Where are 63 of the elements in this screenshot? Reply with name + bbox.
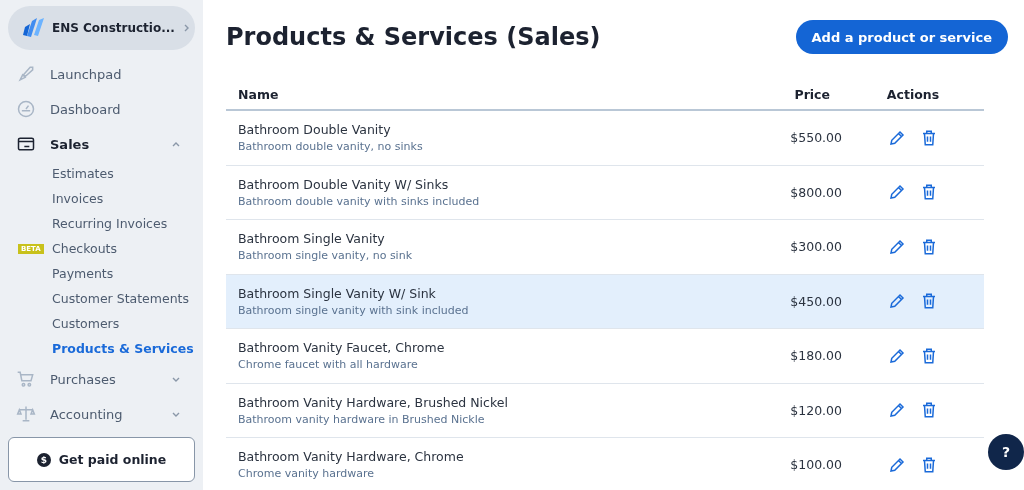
- trash-icon[interactable]: [920, 128, 938, 147]
- column-header: Actions: [885, 87, 941, 102]
- product-price: $180.00: [790, 348, 842, 364]
- trash-icon[interactable]: [920, 183, 938, 202]
- nav-item[interactable]: Purchases: [50, 371, 157, 387]
- product-description: Bathroom double vanity, no sinks: [238, 140, 424, 154]
- product-description: Bathroom single vanity with sink included: [238, 303, 470, 317]
- help-button[interactable]: ?: [988, 434, 1024, 470]
- product-price: $800.00: [790, 184, 842, 200]
- add-product-button[interactable]: Add a product or service: [795, 20, 1008, 54]
- product-name: Bathroom Vanity Hardware, Chrome: [238, 449, 465, 465]
- table-row[interactable]: Bathroom Single Vanity W/ Sink Bathroom single vanity with sink included $450.00: [226, 274, 984, 329]
- product-name: Bathroom Single Vanity: [238, 231, 386, 247]
- product-name: Bathroom Single Vanity W/ Sink: [238, 285, 437, 301]
- nav-item[interactable]: Launchpad: [50, 66, 195, 82]
- get-paid-online-button[interactable]: $ Get paid online: [8, 437, 195, 482]
- product-description: Bathroom single vanity, no sink: [238, 249, 413, 263]
- page-title: Products & Services (Sales): [226, 23, 601, 51]
- pencil-icon[interactable]: [888, 346, 906, 365]
- nav-subitem[interactable]: Estimates: [52, 166, 114, 181]
- trash-icon[interactable]: [920, 401, 938, 420]
- product-description: Bathroom double vanity with sinks included: [238, 194, 481, 208]
- product-description: Chrome faucet with all hardware: [238, 358, 419, 372]
- product-name: Bathroom Double Vanity: [238, 122, 392, 138]
- dollar-icon: $: [36, 452, 51, 467]
- trash-icon[interactable]: [920, 455, 938, 474]
- nav-subitem[interactable]: Payments: [52, 266, 114, 281]
- trash-icon[interactable]: [920, 346, 938, 365]
- nav-item[interactable]: Sales: [50, 136, 157, 152]
- pencil-icon[interactable]: [888, 401, 906, 420]
- pencil-icon[interactable]: [888, 455, 906, 474]
- nav-item[interactable]: Accounting: [50, 406, 157, 422]
- nav-subitem[interactable]: Customer Statements: [52, 291, 189, 306]
- nav-subitem[interactable]: Checkouts: [52, 241, 117, 256]
- trash-icon[interactable]: [920, 292, 938, 311]
- company-switcher[interactable]: ENS Constructio...: [8, 6, 195, 50]
- product-name: Bathroom Double Vanity W/ Sinks: [238, 176, 450, 192]
- cart-icon: [16, 369, 36, 389]
- product-price: $300.00: [790, 239, 842, 255]
- column-header: Name: [237, 87, 280, 102]
- scale-icon: [16, 404, 36, 424]
- nav-subitem[interactable]: Customers: [52, 316, 120, 331]
- product-description: Bathroom vanity hardware in Brushed Nickle: [238, 412, 486, 426]
- pencil-icon[interactable]: [888, 292, 906, 311]
- nav-item[interactable]: Dashboard: [50, 101, 195, 117]
- nav-subitem[interactable]: Invoices: [52, 191, 104, 206]
- product-price: $550.00: [790, 130, 842, 146]
- pencil-icon[interactable]: [888, 128, 906, 147]
- logo-icon: [22, 17, 46, 39]
- card-icon: [16, 134, 36, 154]
- product-name: Bathroom Vanity Hardware, Brushed Nickel: [238, 394, 509, 410]
- trash-icon[interactable]: [920, 237, 938, 256]
- pencil-icon[interactable]: [888, 237, 906, 256]
- column-header: Price: [793, 87, 831, 102]
- product-name: Bathroom Vanity Faucet, Chrome: [238, 340, 446, 356]
- nav-subitem[interactable]: Recurring Invoices: [52, 216, 168, 231]
- nav-subitem[interactable]: Products & Services: [52, 341, 194, 356]
- product-price: $450.00: [790, 293, 842, 309]
- product-description: Chrome vanity hardware: [238, 467, 376, 481]
- product-price: $100.00: [790, 457, 842, 473]
- pencil-icon[interactable]: [888, 183, 906, 202]
- product-price: $120.00: [790, 402, 842, 418]
- gauge-icon: [16, 99, 36, 119]
